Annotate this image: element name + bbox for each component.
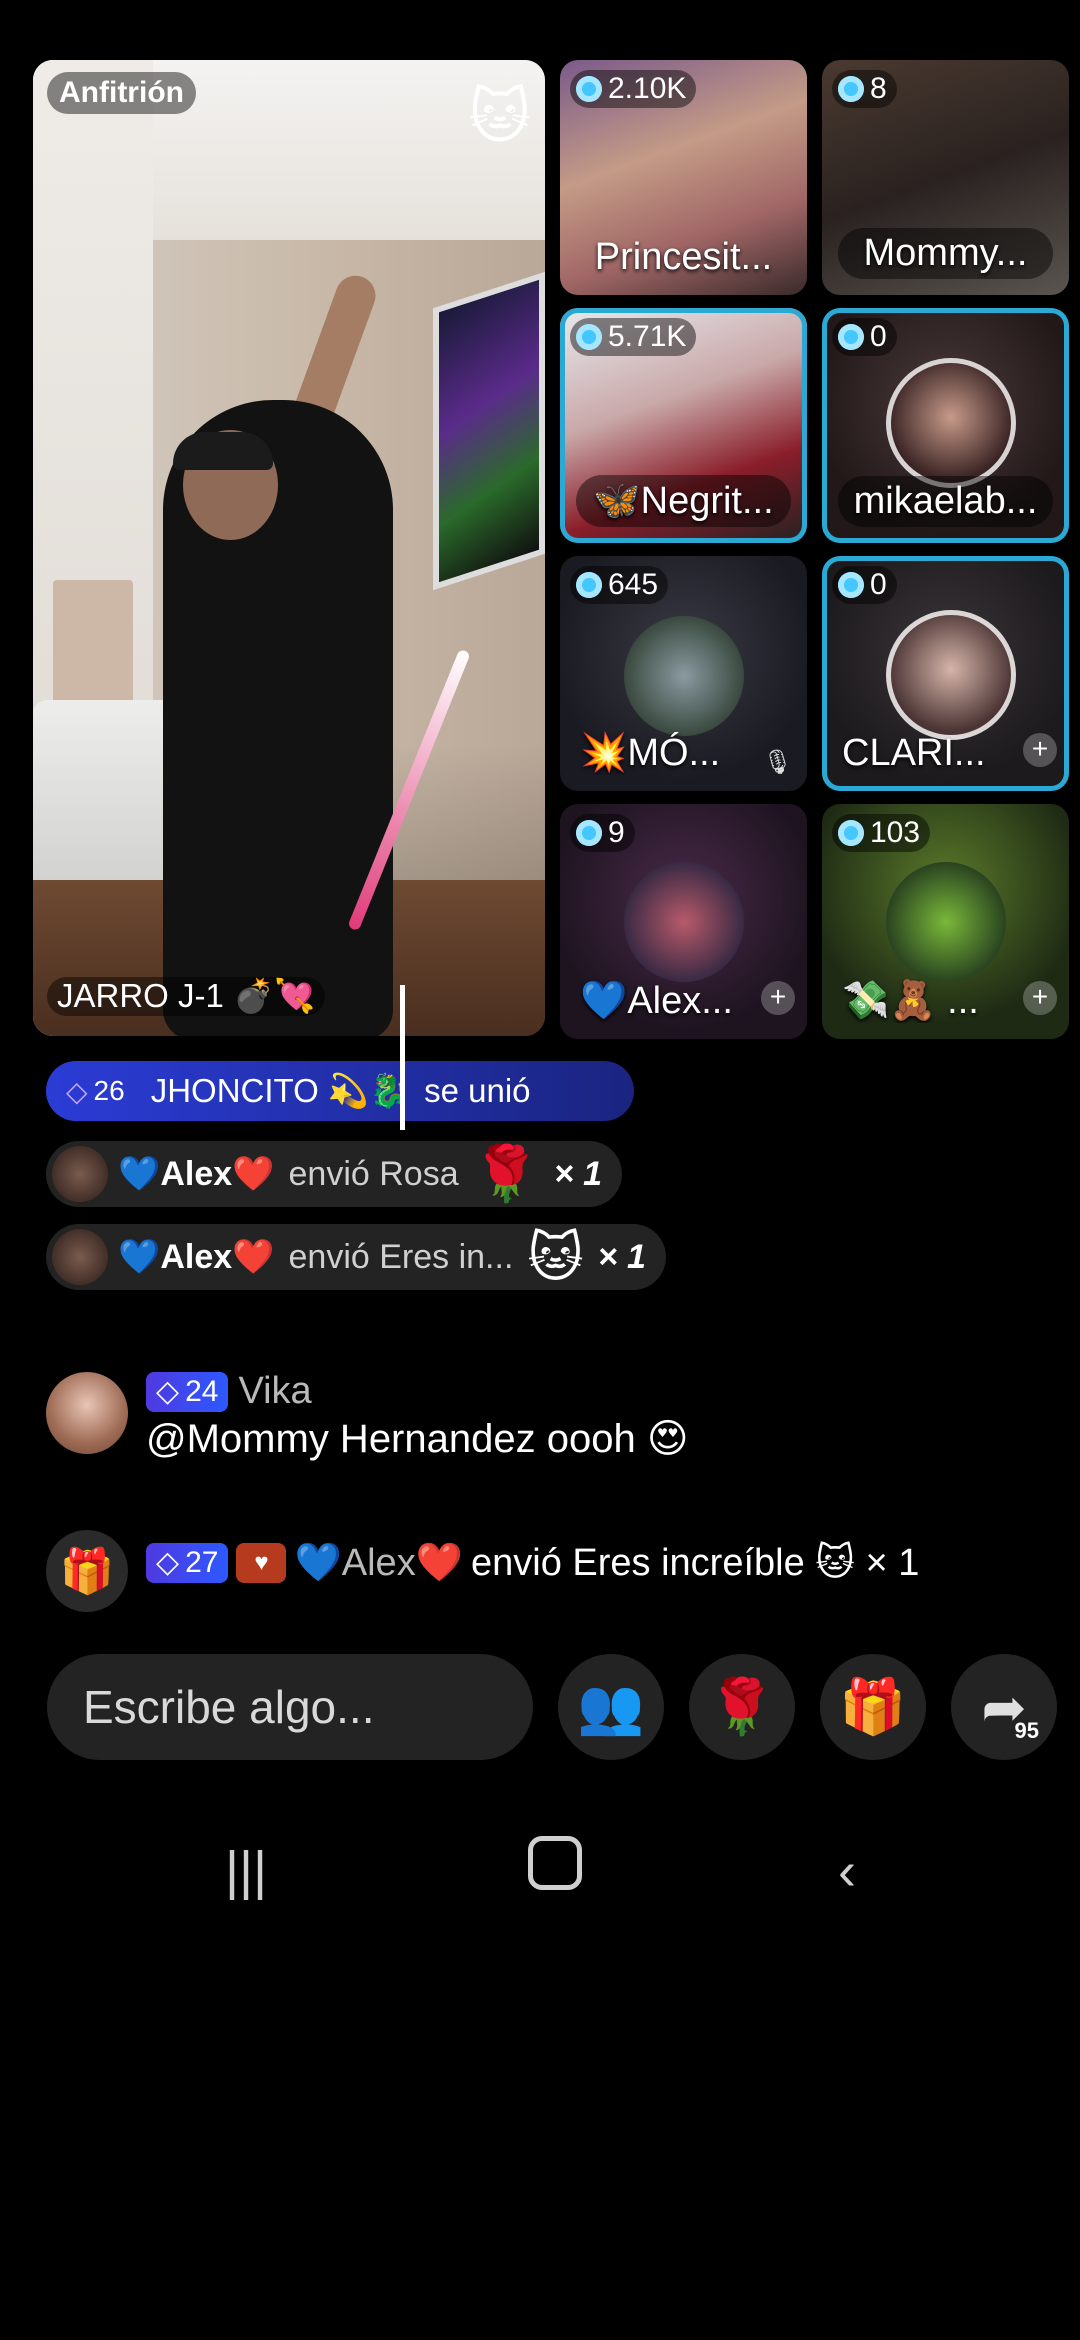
guest-name: Princesit... bbox=[594, 236, 773, 278]
home-icon[interactable] bbox=[528, 1836, 582, 1890]
guest-count: 5.71K bbox=[570, 318, 697, 356]
guest-count: 645 bbox=[570, 566, 669, 604]
avatar[interactable] bbox=[52, 1146, 108, 1202]
fan-badge-icon: ♥ bbox=[236, 1542, 287, 1583]
guest-tile[interactable]: 645 💥MÓ... 🎙 bbox=[560, 556, 807, 791]
share-button[interactable]: ➦ 95 bbox=[951, 1654, 1057, 1760]
guest-count: 103 bbox=[832, 814, 931, 852]
gift-user[interactable]: 💙Alex❤️ bbox=[118, 1154, 275, 1194]
guest-name: Mommy... bbox=[838, 228, 1053, 279]
guest-name: 💙Alex... bbox=[580, 980, 733, 1022]
guest-name: CLARI... bbox=[842, 732, 986, 774]
rose-button[interactable]: 🌹 bbox=[689, 1654, 795, 1760]
join-notice: ◇ 26 JHONCITO 💫🐉 se unió bbox=[46, 1061, 634, 1121]
level-badge: ◇ 24 bbox=[146, 1371, 229, 1412]
comment-text: @Mommy Hernandez oooh 😍 bbox=[146, 1417, 689, 1461]
gift-count: × 1 bbox=[553, 1154, 603, 1193]
guest-tile[interactable]: 8 Mommy... bbox=[822, 60, 1069, 295]
level-badge: ◇ 26 bbox=[66, 1075, 125, 1107]
avatar bbox=[623, 616, 744, 736]
gem-icon bbox=[576, 572, 602, 598]
gem-icon bbox=[576, 76, 602, 102]
comment-header: ◇ 24 Vika bbox=[146, 1370, 312, 1413]
guest-count: 0 bbox=[832, 318, 897, 356]
mic-muted-icon: 🎙 bbox=[762, 749, 793, 776]
gem-icon bbox=[576, 820, 602, 846]
diamond-icon: ◇ bbox=[156, 1375, 180, 1408]
level-badge: ◇ 27 bbox=[146, 1542, 229, 1583]
gem-icon bbox=[838, 324, 864, 350]
comment-input[interactable]: Escribe algo... bbox=[47, 1654, 533, 1760]
avatar[interactable] bbox=[46, 1372, 128, 1454]
system-gift-line: ◇ 27 ♥ 💙Alex❤️ envió Eres increíble 🐱 × 1 bbox=[146, 1540, 919, 1585]
guest-count: 2.10K bbox=[570, 70, 697, 108]
back-icon[interactable]: ‹ bbox=[838, 1840, 856, 1902]
gem-icon bbox=[838, 820, 864, 846]
guest-name: mikaelab... bbox=[838, 476, 1053, 527]
system-user[interactable]: 💙Alex❤️ bbox=[294, 1541, 463, 1585]
guest-tile[interactable]: 0 CLARI... + bbox=[822, 556, 1069, 791]
guest-tile[interactable]: 2.10K Princesit... bbox=[560, 60, 807, 295]
gem-icon bbox=[838, 572, 864, 598]
comment-input-placeholder: Escribe algo... bbox=[83, 1681, 375, 1733]
gem-icon bbox=[838, 76, 864, 102]
avatar bbox=[885, 610, 1016, 740]
add-icon[interactable]: + bbox=[761, 981, 795, 1015]
avatar bbox=[623, 862, 744, 982]
host-label: Anfitrión bbox=[47, 72, 196, 114]
guest-count: 0 bbox=[832, 566, 897, 604]
guest-count: 8 bbox=[832, 70, 897, 108]
avatar bbox=[885, 862, 1006, 982]
host-background-tv bbox=[433, 271, 545, 591]
gift-notice: 💙Alex❤️ envió Rosa 🌹 × 1 bbox=[46, 1141, 623, 1207]
guest-tile[interactable]: 5.71K 🦋Negrit... bbox=[560, 308, 807, 543]
gift-user[interactable]: 💙Alex❤️ bbox=[118, 1237, 275, 1277]
host-person-cap bbox=[173, 432, 273, 470]
gift-icon: 🎁 bbox=[839, 1676, 907, 1737]
host-name[interactable]: JARRO J-1 💣💘 bbox=[47, 977, 326, 1016]
recent-apps-icon[interactable]: ||| bbox=[225, 1840, 267, 1902]
gift-action: envió Rosa bbox=[288, 1154, 459, 1193]
guest-name: 💸🧸 ... bbox=[842, 980, 979, 1022]
cat-gift-icon: 🐱 bbox=[527, 1227, 584, 1288]
rose-icon: 🌹 bbox=[708, 1676, 776, 1737]
guest-name: 💥MÓ... bbox=[580, 732, 721, 774]
share-count: 95 bbox=[1014, 1718, 1039, 1743]
guest-tile[interactable]: 9 💙Alex... + bbox=[560, 804, 807, 1039]
diamond-icon: ◇ bbox=[66, 1075, 88, 1107]
guests-button[interactable]: 👥 bbox=[558, 1654, 664, 1760]
gift-count: × 1 bbox=[597, 1237, 646, 1276]
host-video[interactable]: Anfitrión 🐱 JARRO J-1 💣💘 bbox=[33, 60, 545, 1036]
comment-user[interactable]: Vika bbox=[238, 1370, 311, 1413]
cat-waving-icon: 🐱 bbox=[468, 83, 531, 150]
join-user[interactable]: JHONCITO 💫🐉 bbox=[151, 1072, 410, 1111]
gem-icon bbox=[576, 324, 602, 350]
system-text: envió Eres increíble 🐱 × 1 bbox=[471, 1542, 920, 1584]
add-icon[interactable]: + bbox=[1023, 981, 1057, 1015]
add-icon[interactable]: + bbox=[1023, 733, 1057, 767]
join-action: se unió bbox=[424, 1072, 531, 1109]
rose-icon: 🌹 bbox=[472, 1143, 540, 1204]
gift-notice: 💙Alex❤️ envió Eres in... 🐱 × 1 bbox=[46, 1224, 666, 1290]
guest-name: 🦋Negrit... bbox=[576, 475, 791, 527]
gift-box-icon[interactable]: 🎁 bbox=[46, 1530, 128, 1612]
avatar[interactable] bbox=[52, 1229, 108, 1285]
guest-count: 9 bbox=[570, 814, 635, 852]
avatar bbox=[885, 358, 1016, 488]
guest-tile[interactable]: 0 mikaelab... bbox=[822, 308, 1069, 543]
gift-action: envió Eres in... bbox=[288, 1237, 514, 1276]
diamond-icon: ◇ bbox=[156, 1546, 180, 1579]
guest-tile[interactable]: 103 💸🧸 ... + bbox=[822, 804, 1069, 1039]
people-icon: 👥 bbox=[577, 1676, 645, 1737]
text-cursor bbox=[400, 985, 405, 1130]
gift-button[interactable]: 🎁 bbox=[820, 1654, 926, 1760]
